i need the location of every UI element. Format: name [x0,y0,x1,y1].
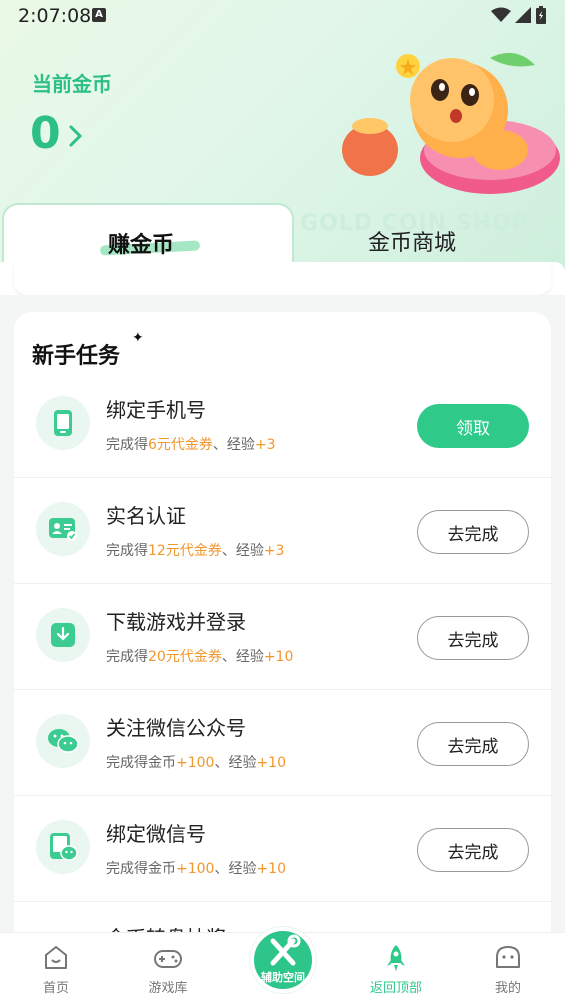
collapsed-section [14,262,551,295]
card-title: 新手任务 ✦ [32,330,144,370]
task-name: 绑定手机号 [106,398,206,422]
nav-games[interactable]: 游戏库 [128,943,208,996]
task-name: 关注微信公众号 [106,716,246,740]
nav-me[interactable]: 我的 [468,943,548,996]
sparkle-icon: ✦ [132,330,144,346]
go-complete-button[interactable]: 去完成 [417,828,529,872]
coin-label: 当前金币 [32,72,112,96]
newbie-tasks-card: 新手任务 ✦ 绑定手机号 完成得6元代金券、经验+3 领取 实名认证 完成得12… [14,312,551,952]
go-complete-button[interactable]: 去完成 [417,616,529,660]
gamepad-icon [154,950,182,968]
task-reward: 完成得金币+100、经验+10 [106,861,286,877]
nav-assist-label: 辅助空间 [261,971,305,984]
battery-icon [536,6,546,24]
task-reward: 完成得金币+100、经验+10 [106,755,286,771]
task-row: 关注微信公众号 完成得金币+100、经验+10 去完成 [14,690,551,796]
task-reward: 完成得6元代金券、经验+3 [106,437,276,453]
task-row: 实名认证 完成得12元代金券、经验+3 去完成 [14,478,551,584]
card-title-text: 新手任务 [32,344,121,369]
signal-icon [515,7,531,23]
nav-home-label: 首页 [42,981,69,996]
nav-games-label: 游戏库 [148,981,188,996]
tools-icon [270,934,301,966]
status-bar: 2:07:08 A [0,0,565,34]
coin-balance[interactable]: 0 [30,108,61,160]
go-complete-button[interactable]: 去完成 [417,510,529,554]
notification-a-icon: A [92,8,106,22]
phone-icon [36,396,90,450]
task-reward: 完成得12元代金券、经验+3 [106,543,285,559]
download-icon [36,608,90,662]
tab-coin-shop[interactable]: GOLD COIN SHOP 金币商城 [290,205,565,263]
bottom-nav: 首页 游戏库 辅助空间 返回顶部 我的 [0,927,565,1004]
rocket-icon [387,945,405,971]
nav-me-label: 我的 [494,981,521,996]
wifi-icon [491,7,511,22]
tab-earn-coins[interactable]: 赚金币 [2,203,294,271]
id-card-icon [36,502,90,556]
nav-back-to-top[interactable]: 返回顶部 [356,943,436,996]
task-row: 下载游戏并登录 完成得20元代金券、经验+10 去完成 [14,584,551,690]
tab-shop-label: 金币商城 [368,231,457,256]
profile-face-icon [496,946,520,968]
task-name: 绑定微信号 [106,822,206,846]
nav-home[interactable]: 首页 [16,943,96,996]
nav-assist-space[interactable]: 辅助空间 [250,927,316,993]
task-name: 下载游戏并登录 [106,610,246,634]
wechat-bind-icon [36,820,90,874]
mascot-illustration [342,52,560,194]
task-row: 绑定手机号 完成得6元代金券、经验+3 领取 [14,372,551,478]
go-complete-button[interactable]: 去完成 [417,722,529,766]
wechat-icon [36,714,90,768]
tab-earn-label: 赚金币 [108,233,175,258]
nav-back-to-top-label: 返回顶部 [369,981,422,996]
status-time: 2:07:08 [18,5,92,27]
task-reward: 完成得20元代金券、经验+10 [106,649,294,665]
tab-bar: 赚金币 GOLD COIN SHOP 金币商城 [0,201,565,271]
task-name: 实名认证 [106,504,186,528]
task-row: 绑定微信号 完成得金币+100、经验+10 去完成 [14,796,551,902]
claim-button[interactable]: 领取 [417,404,529,448]
status-icons [491,6,547,24]
chevron-right-icon[interactable] [68,124,84,148]
home-icon [45,946,67,969]
